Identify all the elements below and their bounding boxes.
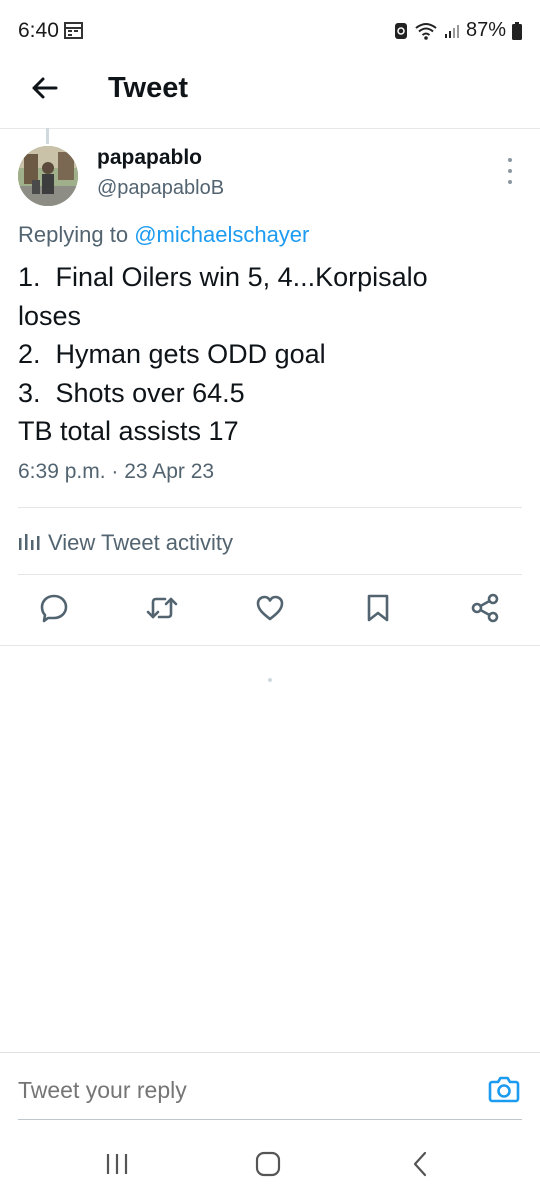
- more-options-button[interactable]: [500, 158, 520, 184]
- reply-input[interactable]: [18, 1077, 458, 1104]
- replying-prefix: Replying to: [18, 222, 135, 247]
- page-title: Tweet: [108, 72, 189, 104]
- view-activity-button[interactable]: View Tweet activity: [18, 526, 233, 560]
- chevron-left-icon: [411, 1151, 429, 1182]
- back-arrow-icon: [30, 76, 58, 105]
- recent-apps-icon: [105, 1153, 129, 1180]
- author-name[interactable]: papapablo: [97, 146, 202, 170]
- home-button[interactable]: [246, 1146, 290, 1186]
- status-icons: 87%: [394, 19, 522, 42]
- share-icon: [470, 593, 500, 628]
- more-dot: [508, 180, 512, 184]
- status-time: 6:40: [18, 19, 59, 42]
- tweet-line: 1. Final Oilers win 5, 4...Korpisalo: [18, 262, 428, 292]
- view-activity-label: View Tweet activity: [48, 530, 234, 555]
- thread-connector-line: [46, 128, 49, 144]
- recent-apps-button[interactable]: [95, 1146, 139, 1186]
- share-button[interactable]: [460, 585, 510, 635]
- replying-to-link[interactable]: @michaelschayer: [134, 222, 309, 247]
- reply-underline: [18, 1119, 522, 1120]
- avatar[interactable]: [18, 146, 78, 206]
- analytics-icon: [18, 530, 40, 556]
- loading-indicator: [268, 678, 272, 682]
- divider: [0, 645, 540, 646]
- tweet-line: 2. Hyman gets ODD goal: [18, 339, 326, 369]
- like-icon: [255, 594, 285, 627]
- camera-button[interactable]: [486, 1073, 522, 1109]
- tweet-line: loses: [18, 300, 82, 331]
- signal-icon: [444, 23, 460, 39]
- battery-icon: [512, 21, 522, 40]
- retweet-icon: [146, 593, 178, 628]
- tweet-timestamp[interactable]: 6:39 p.m. · 23 Apr 23: [18, 460, 214, 484]
- tweet-line: TB total assists 17: [18, 416, 239, 446]
- reply-bar: [0, 1052, 540, 1133]
- tweet-line: 3. Shots over 64.5: [18, 377, 245, 408]
- tweet-actions: [0, 585, 540, 635]
- reply-icon: [39, 593, 69, 628]
- reply-button[interactable]: [29, 585, 79, 635]
- author-handle[interactable]: @papapabloB: [97, 177, 224, 200]
- back-button[interactable]: [24, 70, 64, 110]
- bookmark-button[interactable]: [353, 585, 403, 635]
- divider: [18, 507, 522, 508]
- wifi-icon: [414, 22, 438, 40]
- retweet-button[interactable]: [137, 585, 187, 635]
- system-nav-bar: [0, 1132, 540, 1200]
- camera-icon: [488, 1075, 520, 1108]
- replying-to: Replying to @michaelschayer: [18, 222, 309, 248]
- home-icon: [255, 1151, 281, 1182]
- recycle-icon: [394, 22, 408, 40]
- app-header: Tweet: [0, 62, 540, 129]
- like-button[interactable]: [245, 585, 295, 635]
- calendar-notification-icon: [64, 22, 83, 39]
- tweet-text: 1. Final Oilers win 5, 4...Korpisalo los…: [18, 258, 518, 451]
- battery-percent: 87%: [465, 19, 506, 41]
- system-back-button[interactable]: [398, 1146, 442, 1186]
- status-bar: 6:40 87%: [0, 0, 540, 62]
- more-dot: [508, 169, 512, 173]
- more-dot: [508, 158, 512, 162]
- bookmark-icon: [366, 593, 390, 628]
- divider: [18, 574, 522, 575]
